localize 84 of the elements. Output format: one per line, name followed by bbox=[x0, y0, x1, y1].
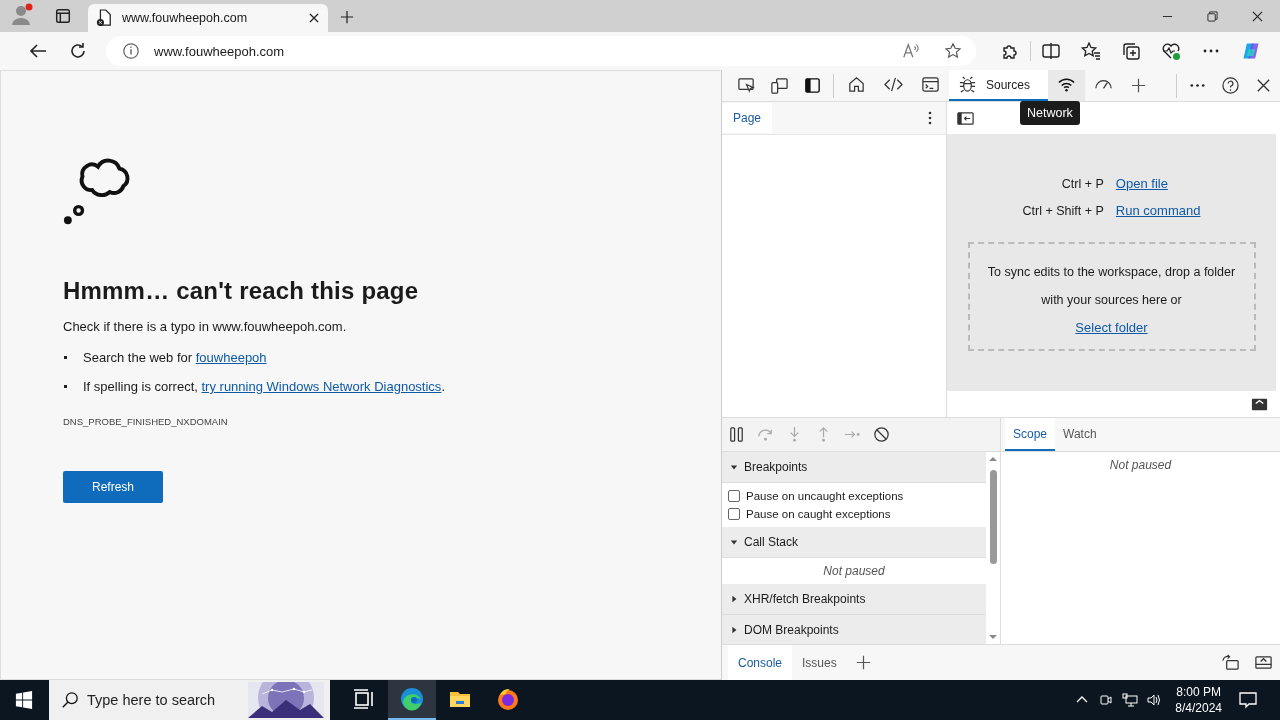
shortcut-keys: Ctrl + Shift + P bbox=[1022, 203, 1104, 218]
clock[interactable]: 8:00 PM 8/4/2024 bbox=[1175, 684, 1222, 716]
status-message: Not paused bbox=[823, 564, 885, 579]
sidebar-tab[interactable]: Watch bbox=[1055, 418, 1105, 452]
camera-icon[interactable] bbox=[1098, 692, 1115, 708]
drawer-tab[interactable]: Issues bbox=[792, 645, 847, 680]
triangle-icon bbox=[730, 595, 738, 604]
read-aloud-icon[interactable] bbox=[902, 42, 920, 60]
triangle-icon bbox=[730, 626, 738, 635]
inspect-icon[interactable] bbox=[737, 76, 756, 95]
refresh-button[interactable]: Refresh bbox=[63, 471, 163, 503]
console-icon bbox=[921, 75, 940, 94]
deactivate-breakpoints-icon[interactable] bbox=[872, 425, 891, 445]
pause-icon[interactable] bbox=[727, 425, 746, 445]
address-field[interactable]: www.fouwheepoh.com bbox=[106, 36, 976, 66]
speaker-icon[interactable] bbox=[1146, 692, 1163, 708]
drop-hint: To sync edits to the workspace, drop a folder with your sources here or bbox=[986, 264, 1237, 309]
network-icon[interactable] bbox=[1122, 692, 1139, 708]
dock-to-side-icon[interactable] bbox=[1221, 653, 1240, 673]
taskbar-app[interactable] bbox=[388, 680, 436, 720]
edge-icon bbox=[400, 687, 424, 711]
checkbox[interactable] bbox=[728, 490, 740, 503]
devtools-tab[interactable]: Sources bbox=[949, 70, 1049, 101]
profile-icon[interactable] bbox=[10, 3, 34, 27]
device-icon[interactable] bbox=[770, 76, 789, 95]
suggestion-text: If spelling is correct, try running Windows Network Diagnostics. bbox=[83, 379, 445, 394]
suggestion-text: Search the web for fouwheepoh bbox=[83, 350, 267, 365]
shortcut-link[interactable]: Open file bbox=[1115, 176, 1168, 191]
favorites-icon[interactable] bbox=[1081, 41, 1101, 61]
bug-icon bbox=[958, 75, 977, 94]
windows-start-icon[interactable] bbox=[15, 691, 33, 709]
checkbox-label: Pause on caught exceptions bbox=[746, 508, 891, 521]
tab-actions-icon[interactable] bbox=[54, 7, 72, 25]
home-icon bbox=[847, 75, 866, 94]
section-header[interactable]: DOM Breakpoints bbox=[722, 615, 986, 645]
error-heading: Hmmm… can't reach this page bbox=[63, 277, 420, 305]
scroll-down-icon[interactable] bbox=[988, 634, 998, 641]
copilot-icon[interactable] bbox=[1241, 41, 1261, 61]
restore-icon[interactable] bbox=[1207, 11, 1218, 22]
error-code: DNS_PROBE_FINISHED_NXDOMAIN bbox=[63, 416, 229, 427]
navigator-tab[interactable]: Page bbox=[722, 103, 773, 133]
split-screen-icon[interactable] bbox=[1041, 41, 1061, 61]
error-message: Check if there is a typo in www.fouwheepoh.com. bbox=[63, 319, 348, 334]
bullet-icon bbox=[64, 356, 67, 359]
shortcut-link[interactable]: Run command bbox=[1115, 203, 1201, 218]
bullet-icon bbox=[64, 385, 67, 388]
collections-icon[interactable] bbox=[1121, 41, 1141, 61]
suggestion-link[interactable]: fouwheepoh bbox=[195, 350, 267, 365]
firefox-icon bbox=[496, 687, 520, 711]
task-view-icon bbox=[352, 687, 376, 711]
section-header[interactable]: XHR/fetch Breakpoints bbox=[722, 584, 986, 616]
section-header[interactable]: Breakpoints bbox=[722, 452, 986, 484]
date: 8/4/2024 bbox=[1175, 700, 1222, 716]
triangle-icon bbox=[730, 538, 738, 547]
drawer-tab[interactable]: Console bbox=[728, 645, 793, 680]
browser-tab[interactable]: www.fouwheepoh.com bbox=[88, 4, 328, 32]
section-header[interactable]: Call Stack bbox=[722, 527, 986, 559]
dock-icon[interactable] bbox=[803, 76, 822, 95]
status-message: Not paused bbox=[1109, 458, 1172, 473]
new-tab-icon[interactable] bbox=[340, 10, 354, 24]
star-icon[interactable] bbox=[944, 42, 962, 60]
close-icon[interactable] bbox=[308, 12, 320, 24]
checkbox-label: Pause on uncaught exceptions bbox=[746, 490, 904, 503]
code-icon bbox=[884, 75, 903, 94]
time: 8:00 PM bbox=[1176, 684, 1221, 700]
checkbox[interactable] bbox=[728, 508, 740, 521]
notifications-icon[interactable] bbox=[1238, 690, 1258, 710]
tooltip: Network bbox=[1020, 101, 1080, 125]
refresh-icon[interactable] bbox=[68, 41, 88, 61]
scroll-up-icon[interactable] bbox=[988, 456, 998, 463]
shortcut-keys: Ctrl + P bbox=[1022, 176, 1104, 191]
sidebar-tab[interactable]: Scope bbox=[1005, 418, 1056, 452]
scrollbar-thumb[interactable] bbox=[989, 470, 997, 565]
triangle-icon bbox=[730, 463, 738, 472]
info-icon[interactable] bbox=[122, 42, 140, 60]
search-icon bbox=[61, 691, 79, 709]
search-field[interactable]: Type here to search bbox=[49, 680, 330, 720]
kebab-icon[interactable] bbox=[928, 110, 932, 126]
health-icon[interactable] bbox=[1161, 41, 1181, 61]
page-error-icon bbox=[96, 9, 112, 27]
select-folder-link[interactable]: Select folder bbox=[1075, 320, 1148, 335]
close-icon[interactable] bbox=[1252, 11, 1263, 22]
help-icon[interactable] bbox=[1221, 76, 1240, 95]
devtools-tab[interactable] bbox=[1048, 70, 1086, 101]
